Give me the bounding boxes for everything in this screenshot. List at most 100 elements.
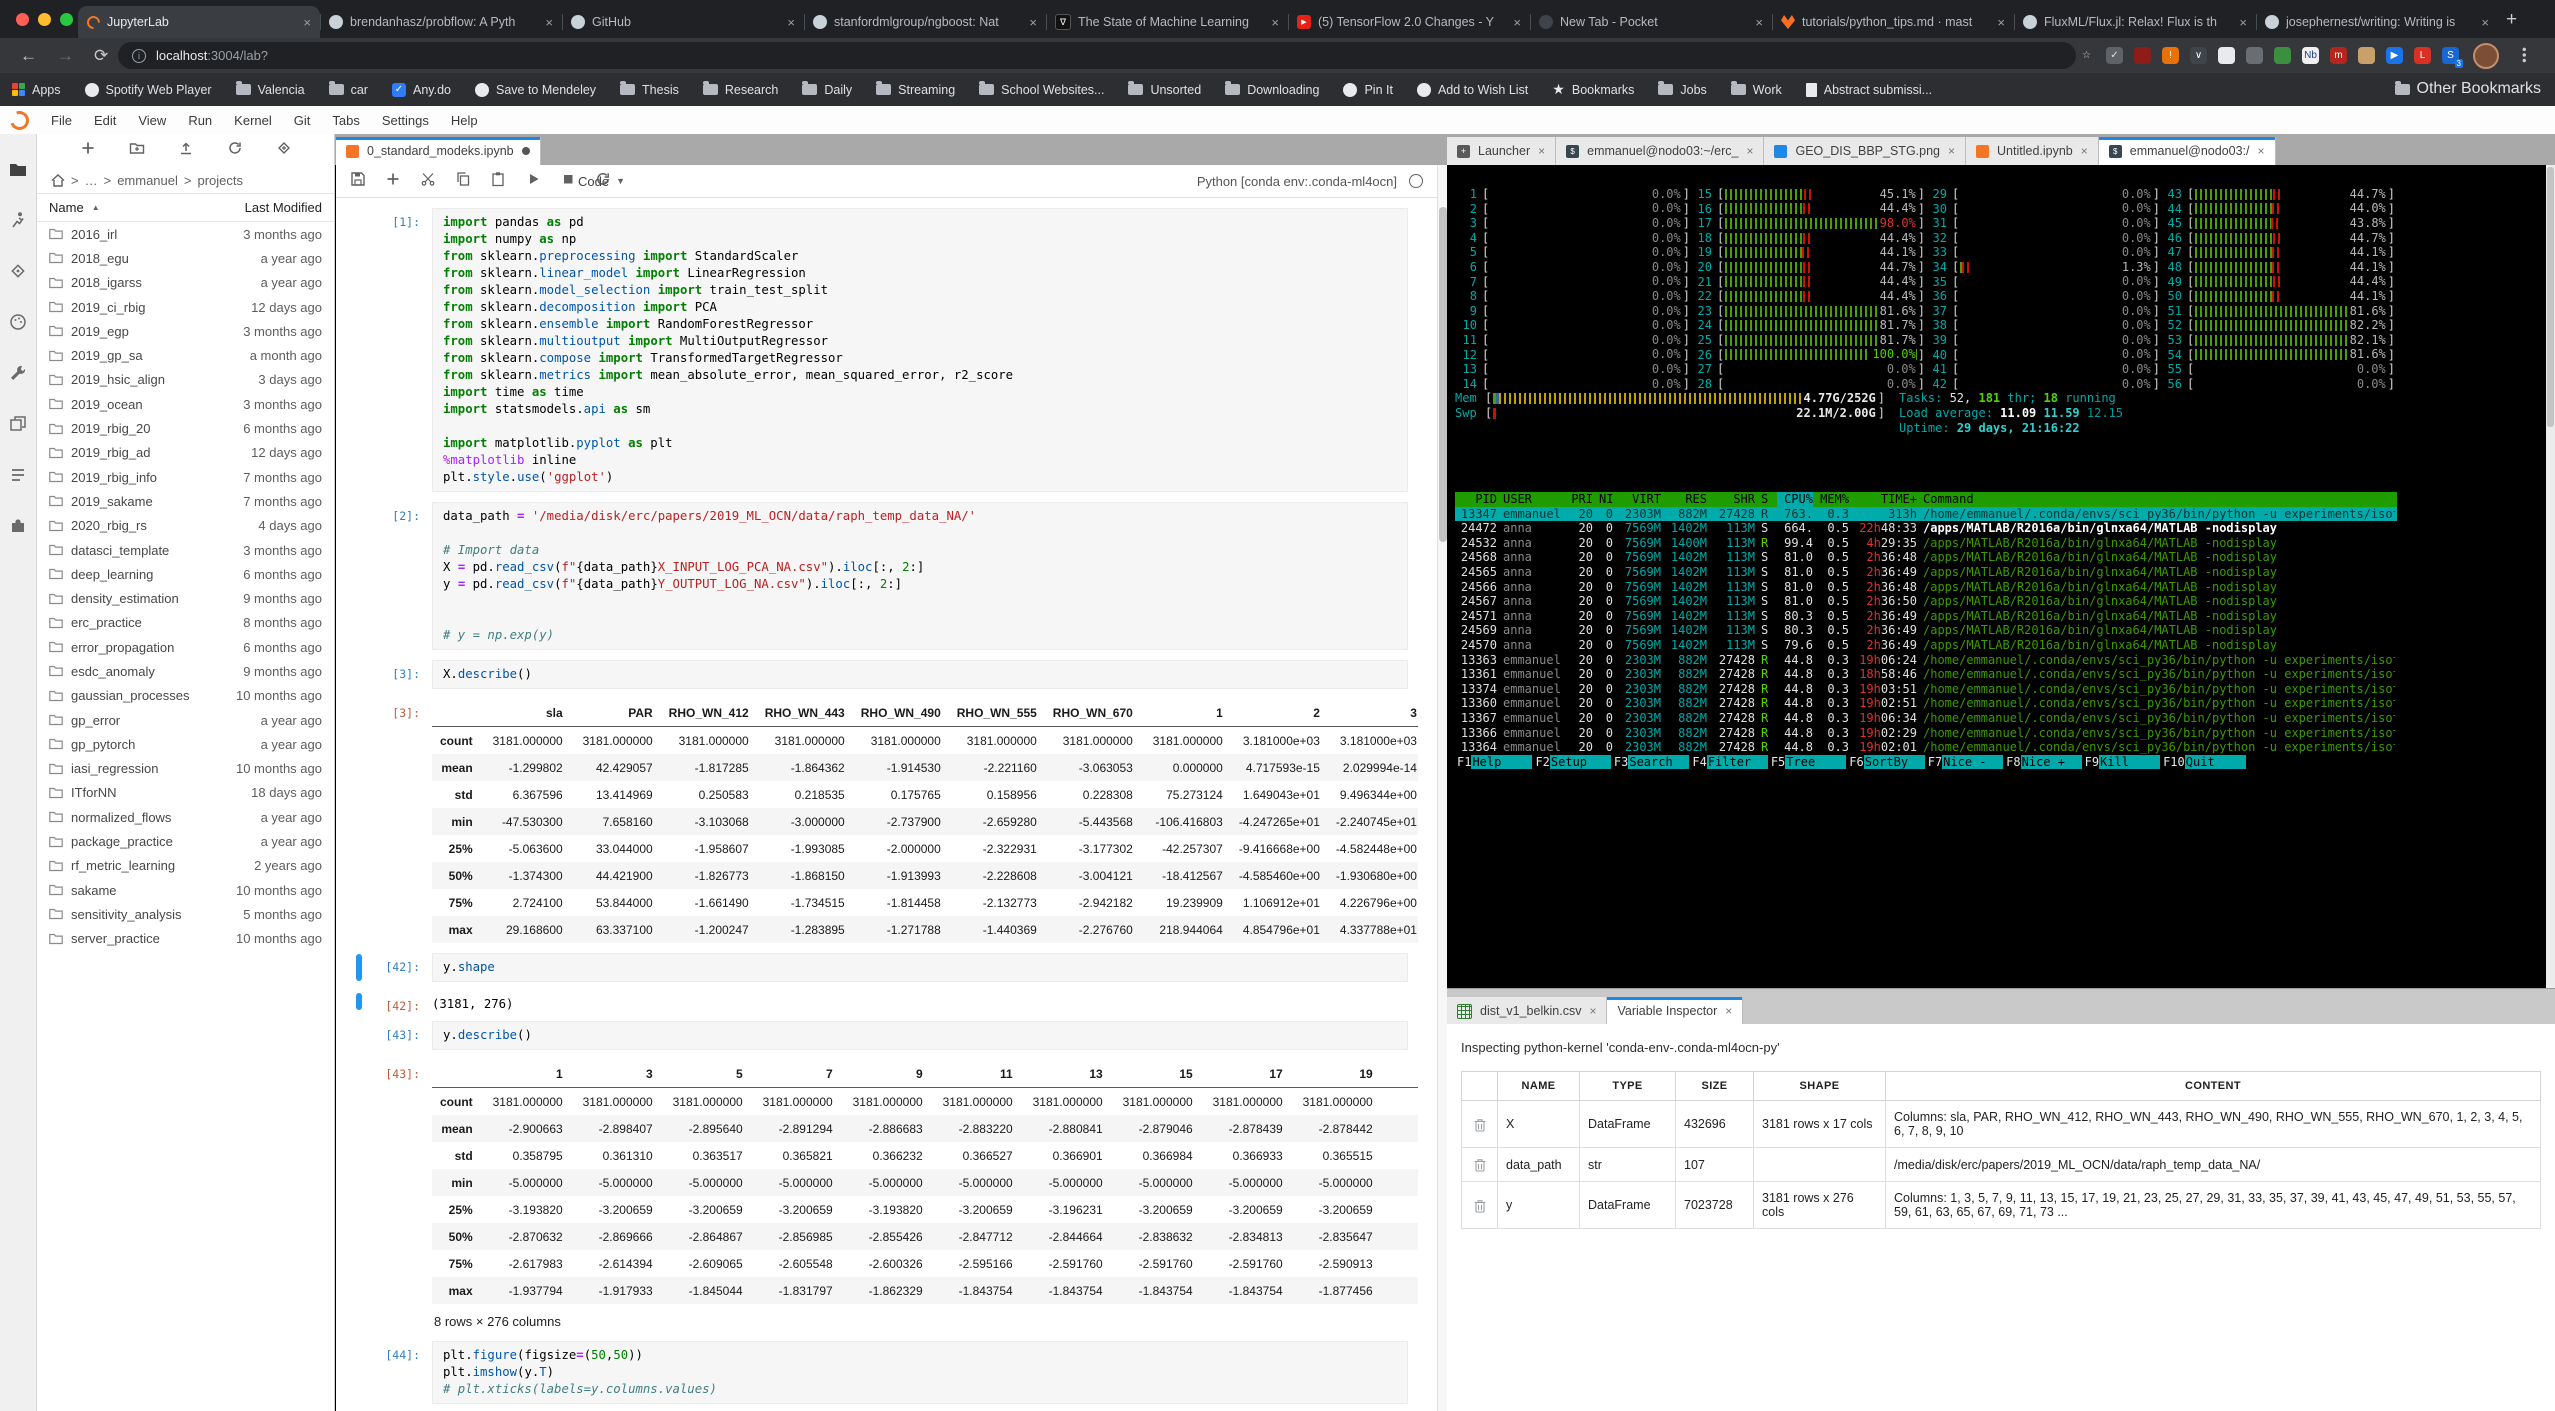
header-shr[interactable]: SHR	[1713, 492, 1755, 507]
fkey-label[interactable]: Setup	[1550, 755, 1611, 770]
git-tag-icon[interactable]	[276, 140, 292, 161]
menu-tabs[interactable]: Tabs	[321, 113, 370, 128]
bookmark-item[interactable]: Valencia	[236, 83, 305, 97]
play-icon[interactable]: ▶	[2386, 47, 2403, 64]
terminal-scrollbar[interactable]	[2546, 165, 2555, 988]
open-tabs-icon[interactable]	[0, 398, 36, 449]
file-row[interactable]: package_practicea year ago	[37, 829, 334, 853]
file-row[interactable]: 2019_ci_rbig12 days ago	[37, 295, 334, 319]
scrollbar-thumb[interactable]	[1439, 207, 1447, 542]
breadcrumb-emmanuel[interactable]: emmanuel	[117, 173, 178, 188]
bookmark-item[interactable]: Add to Wish List	[1417, 83, 1528, 97]
file-row[interactable]: gp_pytorcha year ago	[37, 732, 334, 756]
shield-icon[interactable]: ✓	[2106, 47, 2123, 64]
file-row[interactable]: 2019_hsic_align3 days ago	[37, 368, 334, 392]
file-row[interactable]: 2019_ocean3 months ago	[37, 392, 334, 416]
fkey-label[interactable]: Filter	[1707, 755, 1768, 770]
fkey-label[interactable]: Help	[1471, 755, 1532, 770]
browser-tab[interactable]: tutorials/python_tips.md · mast×	[1772, 6, 2014, 38]
breadcrumb-projects[interactable]: projects	[197, 173, 243, 188]
fkey[interactable]: F1	[1457, 755, 1471, 770]
fkey-label[interactable]: SortBy	[1864, 755, 1925, 770]
file-row[interactable]: density_estimation9 months ago	[37, 586, 334, 610]
bookmark-item[interactable]: Work	[1731, 83, 1782, 97]
trash-icon[interactable]	[1470, 1198, 1489, 1213]
fkey[interactable]: F3	[1614, 755, 1628, 770]
header-cpu[interactable]: CPU%	[1777, 492, 1813, 507]
tab-close-icon[interactable]: ×	[1725, 1004, 1732, 1018]
bookmark-item[interactable]: ★Bookmarks	[1552, 81, 1634, 98]
tab-close-icon[interactable]: ×	[1755, 15, 1763, 30]
tab-close-icon[interactable]: ×	[2481, 15, 2489, 30]
file-row[interactable]: sensitivity_analysis5 months ago	[37, 902, 334, 926]
browser-tab[interactable]: FluxML/Flux.jl: Relax! Flux is th×	[2014, 6, 2256, 38]
paste-cells-button[interactable]	[490, 171, 506, 192]
header-cmd[interactable]: Command	[1923, 492, 2395, 507]
code-editor[interactable]: y.describe()	[432, 1021, 1408, 1050]
menu-file[interactable]: File	[40, 113, 83, 128]
file-row[interactable]: erc_practice8 months ago	[37, 611, 334, 635]
alert-icon[interactable]: !	[2162, 47, 2179, 64]
header-mem[interactable]: MEM%	[1819, 492, 1849, 507]
file-row[interactable]: ITforNN18 days ago	[37, 781, 334, 805]
l-ext-icon[interactable]: L	[2414, 47, 2431, 64]
forward-icon[interactable]: →	[57, 46, 74, 66]
dock-tab[interactable]: $emmanuel@nodo03:/×	[2099, 137, 2276, 165]
dock-tab[interactable]: GEO_DIS_BBP_STG.png×	[1764, 137, 1966, 165]
scrollbar-thumb[interactable]	[2547, 167, 2554, 427]
bookmark-item[interactable]: Apps	[12, 83, 61, 97]
maximize-window-button[interactable]	[60, 13, 73, 26]
trash-icon[interactable]	[1470, 1117, 1489, 1132]
fkey[interactable]: F10	[2163, 755, 2185, 770]
extension-manager-icon[interactable]	[0, 500, 36, 551]
tab-close-icon[interactable]: ×	[1513, 15, 1521, 30]
menu-view[interactable]: View	[127, 113, 177, 128]
header-s[interactable]: S	[1761, 492, 1771, 507]
s-ext-icon[interactable]: S3	[2442, 47, 2459, 64]
header-user[interactable]: USER	[1503, 492, 1565, 507]
terminal[interactable]: 1[0.0%]2[0.0%]3[0.0%]4[0.0%]5[0.0%]6[0.0…	[1447, 165, 2546, 988]
column-last-modified[interactable]: Last Modified	[245, 200, 322, 215]
ublock-icon[interactable]	[2134, 47, 2151, 64]
file-row[interactable]: esdc_anomaly9 months ago	[37, 659, 334, 683]
other-bookmarks[interactable]: Other Bookmarks	[2395, 80, 2541, 98]
file-row[interactable]: rf_metric_learning2 years ago	[37, 854, 334, 878]
command-palette-icon[interactable]	[0, 296, 36, 347]
breadcrumb-ellipsis[interactable]: …	[85, 173, 98, 188]
bookmark-item[interactable]: Downloading	[1225, 83, 1319, 97]
bookmark-item[interactable]: car	[329, 83, 368, 97]
bookmark-item[interactable]: Jobs	[1658, 83, 1706, 97]
kernel-name[interactable]: Python [conda env:.conda-ml4ocn]	[1197, 174, 1397, 189]
file-row[interactable]: 2016_irl3 months ago	[37, 222, 334, 246]
lamp-icon[interactable]	[2246, 47, 2263, 64]
tab-close-icon[interactable]: ×	[787, 15, 795, 30]
file-row[interactable]: datasci_template3 months ago	[37, 538, 334, 562]
browser-tab[interactable]: josephernest/writing: Writing is×	[2256, 6, 2498, 38]
file-row[interactable]: 2019_rbig_ad12 days ago	[37, 441, 334, 465]
maps-icon[interactable]	[2274, 47, 2291, 64]
header-virt[interactable]: VIRT	[1619, 492, 1661, 507]
fkey[interactable]: F6	[1849, 755, 1863, 770]
trash-icon[interactable]	[1470, 1157, 1489, 1172]
toc-icon[interactable]	[0, 449, 36, 500]
menu-settings[interactable]: Settings	[371, 113, 440, 128]
delete-variable-button[interactable]	[1462, 1101, 1498, 1148]
git-icon[interactable]	[0, 245, 36, 296]
dock-tab[interactable]: Variable Inspector×	[1607, 997, 1743, 1025]
file-row[interactable]: 2019_sakame7 months ago	[37, 489, 334, 513]
file-row[interactable]: deep_learning6 months ago	[37, 562, 334, 586]
add-cell-button[interactable]	[385, 171, 401, 192]
file-row[interactable]: gaussian_processes10 months ago	[37, 684, 334, 708]
bookmark-item[interactable]: Unsorted	[1128, 83, 1201, 97]
header-pri[interactable]: PRI	[1571, 492, 1593, 507]
file-list-header[interactable]: Name▲ Last Modified	[37, 193, 334, 222]
bookmark-item[interactable]: Daily	[802, 83, 852, 97]
upload-icon[interactable]	[178, 140, 194, 161]
browser-tab[interactable]: ∇The State of Machine Learning×	[1046, 6, 1288, 38]
close-window-button[interactable]	[16, 13, 29, 26]
fkey[interactable]: F5	[1771, 755, 1785, 770]
address-bar[interactable]: i localhost:3004/lab?	[118, 42, 2076, 69]
fkey-label[interactable]: Nice +	[2021, 755, 2082, 770]
code-editor[interactable]: import pandas as pdimport numpy as npfro…	[432, 208, 1408, 492]
breadcrumb[interactable]: > … > emmanuel > projects	[37, 167, 334, 193]
